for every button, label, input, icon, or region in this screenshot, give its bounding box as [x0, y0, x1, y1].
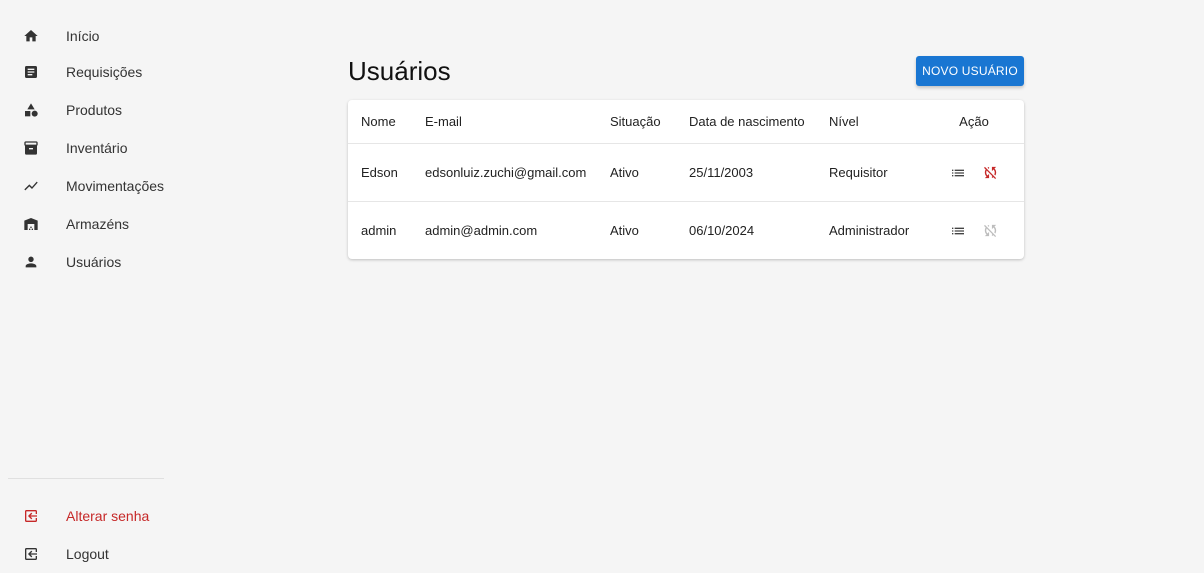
sidebar-item-label: Armazéns: [66, 216, 130, 232]
logout-icon: [22, 545, 40, 563]
sidebar-item-inicio[interactable]: Início: [0, 17, 170, 55]
users-table: Nome E-mail Situação Data de nascimento …: [348, 100, 1024, 259]
cell-situacao: Ativo: [610, 223, 639, 238]
cell-acoes: [949, 144, 999, 201]
cell-data-nascimento: 25/11/2003: [689, 165, 754, 180]
column-header-nivel: Nível: [829, 114, 859, 129]
table-row: Edson edsonluiz.zuchi@gmail.com Ativo 25…: [348, 144, 1024, 202]
column-header-nome: Nome: [361, 114, 396, 129]
cell-nivel: Requisitor: [829, 165, 888, 180]
column-header-email: E-mail: [425, 114, 462, 129]
sidebar-item-label: Requisições: [66, 64, 143, 80]
logout-icon: [22, 507, 40, 525]
sidebar-item-produtos[interactable]: Produtos: [0, 91, 170, 129]
sync-disabled-icon: [981, 222, 999, 240]
cell-email: admin@admin.com: [425, 223, 538, 238]
new-user-button[interactable]: NOVO USUÁRIO: [916, 56, 1024, 86]
sidebar-item-label: Usuários: [66, 254, 122, 270]
sidebar-item-label: Produtos: [66, 102, 123, 118]
sidebar-item-label: Início: [66, 28, 100, 44]
category-icon: [22, 101, 40, 119]
sidebar-item-label: Movimentações: [66, 178, 165, 194]
sidebar-item-logout[interactable]: Logout: [0, 535, 170, 573]
sidebar-divider: [8, 478, 164, 479]
cell-email: edsonluiz.zuchi@gmail.com: [425, 165, 587, 180]
cell-nome: admin: [361, 223, 397, 238]
column-header-acao: Ação: [959, 114, 989, 129]
trending-icon: [22, 177, 40, 195]
cell-nome: Edson: [361, 165, 398, 180]
cell-data-nascimento: 06/10/2024: [689, 223, 755, 238]
cell-situacao: Ativo: [610, 165, 639, 180]
sidebar-item-movimentacoes[interactable]: Movimentações: [0, 167, 170, 205]
column-header-data-nascimento: Data de nascimento: [689, 114, 805, 129]
cell-nivel: Administrador: [829, 223, 910, 238]
archive-box-icon: [22, 139, 40, 157]
sidebar-item-inventario[interactable]: Inventário: [0, 129, 170, 167]
column-header-situacao: Situação: [610, 114, 661, 129]
table-header-row: Nome E-mail Situação Data de nascimento …: [348, 100, 1024, 144]
sidebar: Início Requisições Produtos Inventário M…: [0, 0, 170, 572]
details-list-icon[interactable]: [949, 164, 967, 182]
sidebar-item-alterar-senha[interactable]: Alterar senha: [0, 497, 170, 535]
page-title: Usuários: [348, 56, 451, 86]
document-icon: [22, 63, 40, 81]
person-icon: [22, 253, 40, 271]
details-list-icon[interactable]: [949, 222, 967, 240]
home-icon: [22, 27, 40, 45]
sync-disabled-icon[interactable]: [981, 164, 999, 182]
sidebar-item-armazens[interactable]: Armazéns: [0, 205, 170, 243]
sidebar-item-label: Alterar senha: [66, 508, 150, 524]
warehouse-icon: [22, 215, 40, 233]
sidebar-item-requisicoes[interactable]: Requisições: [0, 53, 170, 91]
sidebar-item-label: Inventário: [66, 140, 128, 156]
cell-acoes: [949, 202, 999, 259]
sidebar-item-usuarios[interactable]: Usuários: [0, 243, 170, 281]
sidebar-item-label: Logout: [66, 546, 109, 562]
table-row: admin admin@admin.com Ativo 06/10/2024 A…: [348, 202, 1024, 259]
